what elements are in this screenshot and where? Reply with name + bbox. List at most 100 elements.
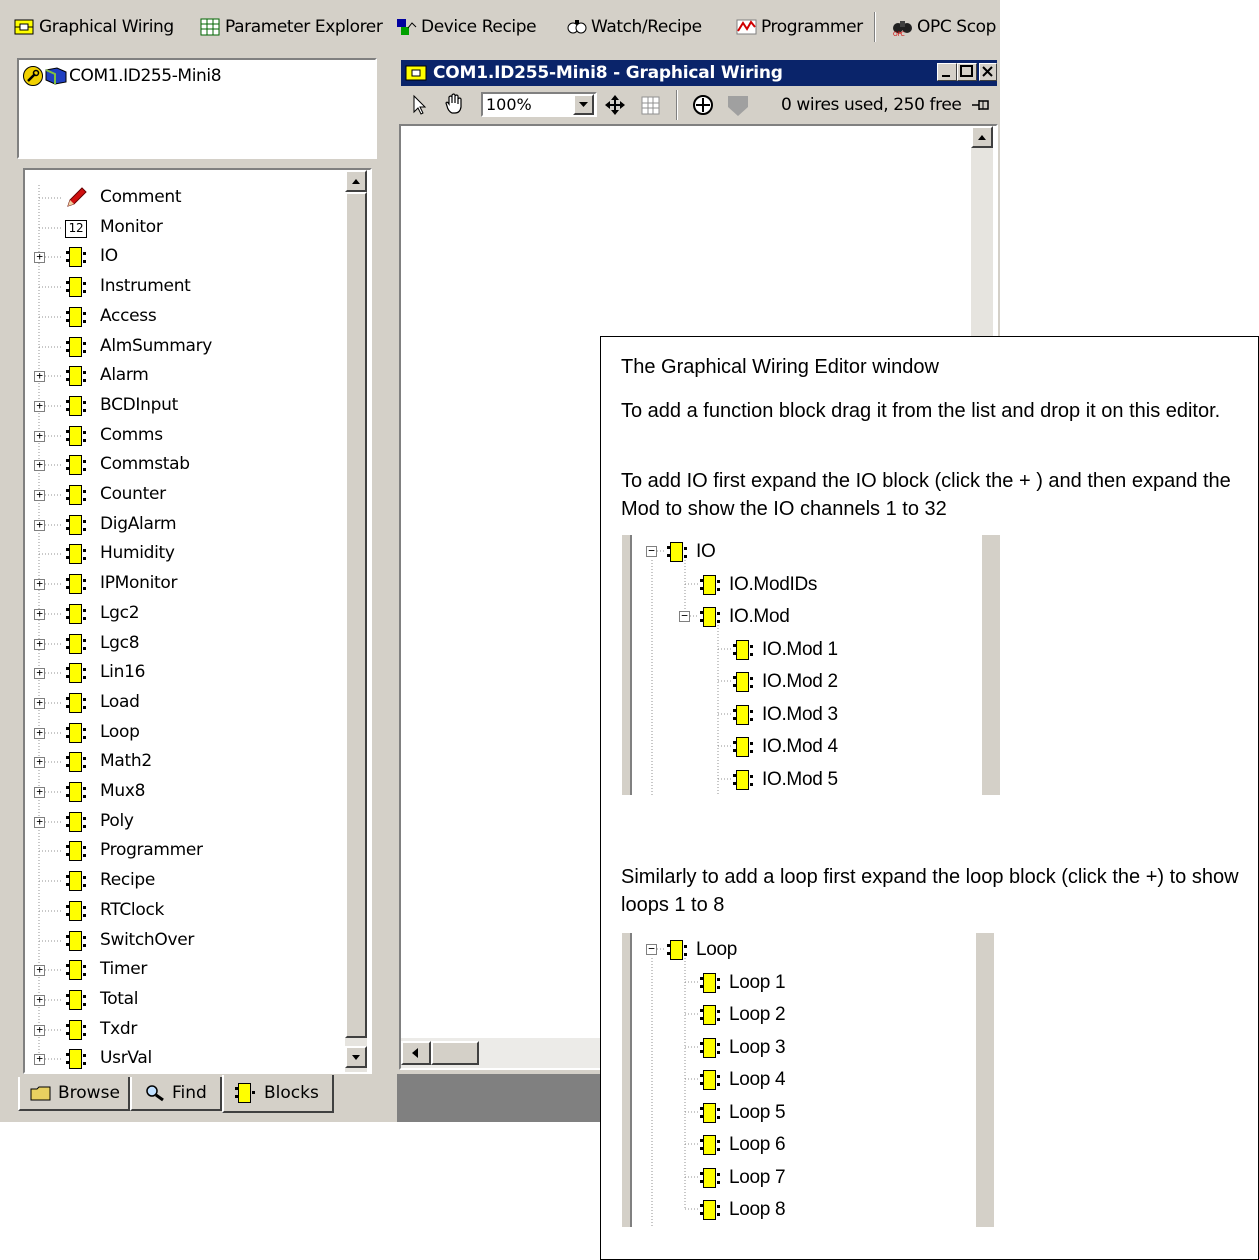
canvas-scroll-thumb[interactable]	[431, 1041, 479, 1065]
zoom-select[interactable]: 100%	[481, 92, 597, 117]
tree-item-loop-6[interactable]: Loop 6	[699, 1130, 786, 1160]
expand-toggle[interactable]: +	[34, 608, 45, 620]
tab-find[interactable]: Find	[130, 1077, 222, 1111]
block-item-poly[interactable]: + Poly	[25, 807, 325, 837]
pan-hand-icon[interactable]	[443, 92, 467, 116]
expand-toggle[interactable]: +	[34, 786, 45, 798]
block-item-io[interactable]: + IO	[25, 242, 325, 272]
scroll-down-button[interactable]	[345, 1046, 367, 1068]
tree-item-loop[interactable]: Loop	[666, 935, 737, 965]
expand-toggle[interactable]: +	[34, 756, 45, 768]
block-item-rtclock[interactable]: RTClock	[25, 896, 325, 926]
collapse-toggle[interactable]: −	[679, 610, 690, 622]
expand-toggle[interactable]: +	[34, 638, 45, 650]
expand-toggle[interactable]: +	[34, 727, 45, 739]
expand-toggle[interactable]: +	[34, 1024, 45, 1036]
watch-recipe-button[interactable]: Watch/Recipe	[566, 14, 702, 40]
expand-toggle[interactable]: +	[34, 489, 45, 501]
block-item-lgc8[interactable]: + Lgc8	[25, 629, 325, 659]
expand-toggle[interactable]: +	[34, 430, 45, 442]
tree-item-loop-8[interactable]: Loop 8	[699, 1195, 786, 1225]
block-item-commstab[interactable]: + Commstab	[25, 450, 325, 480]
expand-toggle[interactable]: +	[34, 459, 45, 471]
tree-item-loop-7[interactable]: Loop 7	[699, 1163, 786, 1193]
tree-item-io-mod-4[interactable]: IO.Mod 4	[732, 732, 838, 762]
expand-toggle[interactable]: +	[34, 578, 45, 590]
device-recipe-button[interactable]: Device Recipe	[396, 14, 537, 40]
block-item-ipmonitor[interactable]: + IPMonitor	[25, 569, 325, 599]
block-item-instrument[interactable]: Instrument	[25, 272, 325, 302]
block-item-lgc2[interactable]: + Lgc2	[25, 599, 325, 629]
canvas-scroll-left-button[interactable]	[401, 1041, 431, 1065]
block-item-timer[interactable]: + Timer	[25, 955, 325, 985]
expand-toggle[interactable]: +	[34, 697, 45, 709]
tree-item-io-mod-5[interactable]: IO.Mod 5	[732, 765, 838, 795]
expand-toggle[interactable]: +	[34, 400, 45, 412]
tree-item-loop-1[interactable]: Loop 1	[699, 968, 786, 998]
editor-title-bar[interactable]: COM1.ID255-Mini8 - Graphical Wiring	[401, 60, 997, 86]
shield-icon[interactable]	[726, 94, 750, 118]
block-item-almsummary[interactable]: AlmSummary	[25, 332, 325, 362]
block-item-txdr[interactable]: + Txdr	[25, 1015, 325, 1045]
block-item-bcdinput[interactable]: + BCDInput	[25, 391, 325, 421]
crosshair-circle-icon[interactable]	[691, 92, 717, 118]
block-item-math2[interactable]: + Math2	[25, 747, 325, 777]
chevron-down-icon[interactable]	[573, 94, 594, 115]
tree-item-io-mod[interactable]: IO.Mod	[699, 602, 790, 632]
opc-scope-button[interactable]: OPC OPC Scop	[892, 14, 996, 40]
expand-toggle[interactable]: +	[34, 370, 45, 382]
tree-item-io-mod-2[interactable]: IO.Mod 2	[732, 667, 838, 697]
block-item-comment[interactable]: Comment	[25, 183, 325, 213]
block-item-monitor[interactable]: 12 Monitor	[25, 213, 325, 243]
pin-icon[interactable]	[971, 97, 993, 113]
tree-item-io-mod-3[interactable]: IO.Mod 3	[732, 700, 838, 730]
expand-toggle[interactable]: +	[34, 251, 45, 263]
canvas-scroll-up-button[interactable]	[971, 126, 993, 148]
scroll-thumb[interactable]	[345, 192, 367, 1038]
tree-item-loop-5[interactable]: Loop 5	[699, 1098, 786, 1128]
scroll-up-button[interactable]	[345, 170, 367, 192]
minimize-button[interactable]	[937, 63, 957, 81]
block-item-mux8[interactable]: + Mux8	[25, 777, 325, 807]
expand-toggle[interactable]: +	[34, 1053, 45, 1065]
block-item-counter[interactable]: + Counter	[25, 480, 325, 510]
block-item-humidity[interactable]: Humidity	[25, 539, 325, 569]
block-item-comms[interactable]: + Comms	[25, 421, 325, 451]
close-button[interactable]	[979, 63, 997, 81]
block-item-loop[interactable]: + Loop	[25, 718, 325, 748]
block-item-digalarm[interactable]: + DigAlarm	[25, 510, 325, 540]
block-item-recipe[interactable]: Recipe	[25, 866, 325, 896]
block-item-alarm[interactable]: + Alarm	[25, 361, 325, 391]
block-item-total[interactable]: + Total	[25, 985, 325, 1015]
tree-item-io-modids[interactable]: IO.ModIDs	[699, 570, 817, 600]
tab-blocks[interactable]: Blocks	[222, 1075, 334, 1113]
maximize-button[interactable]	[957, 63, 977, 81]
block-item-switchover[interactable]: SwitchOver	[25, 926, 325, 956]
expand-toggle[interactable]: +	[34, 964, 45, 976]
tree-item-loop-4[interactable]: Loop 4	[699, 1065, 786, 1095]
collapse-toggle[interactable]: −	[646, 943, 657, 955]
tree-item-io[interactable]: IO	[666, 537, 716, 567]
block-item-usrval[interactable]: + UsrVal	[25, 1044, 325, 1072]
programmer-button[interactable]: Programmer	[736, 14, 863, 40]
expand-toggle[interactable]: +	[34, 667, 45, 679]
grid-icon[interactable]	[641, 96, 661, 116]
block-item-programmer[interactable]: Programmer	[25, 836, 325, 866]
block-item-access[interactable]: Access	[25, 302, 325, 332]
tab-browse[interactable]: Browse	[18, 1077, 130, 1111]
graphical-wiring-button[interactable]: Graphical Wiring	[14, 14, 174, 40]
tree-item-io-mod-1[interactable]: IO.Mod 1	[732, 635, 838, 665]
block-item-load[interactable]: + Load	[25, 688, 325, 718]
move-arrows-icon[interactable]	[604, 94, 626, 116]
block-item-lin16[interactable]: + Lin16	[25, 658, 325, 688]
parameter-explorer-button[interactable]: Parameter Explorer	[200, 14, 383, 40]
tree-item-loop-3[interactable]: Loop 3	[699, 1033, 786, 1063]
expand-toggle[interactable]: +	[34, 519, 45, 531]
device-item[interactable]: COM1.ID255-Mini8	[23, 66, 222, 86]
tree-scrollbar[interactable]	[345, 170, 367, 1072]
pointer-icon[interactable]	[411, 94, 429, 116]
tree-item-loop-2[interactable]: Loop 2	[699, 1000, 786, 1030]
collapse-toggle[interactable]: −	[646, 545, 657, 557]
expand-toggle[interactable]: +	[34, 994, 45, 1006]
expand-toggle[interactable]: +	[34, 816, 45, 828]
